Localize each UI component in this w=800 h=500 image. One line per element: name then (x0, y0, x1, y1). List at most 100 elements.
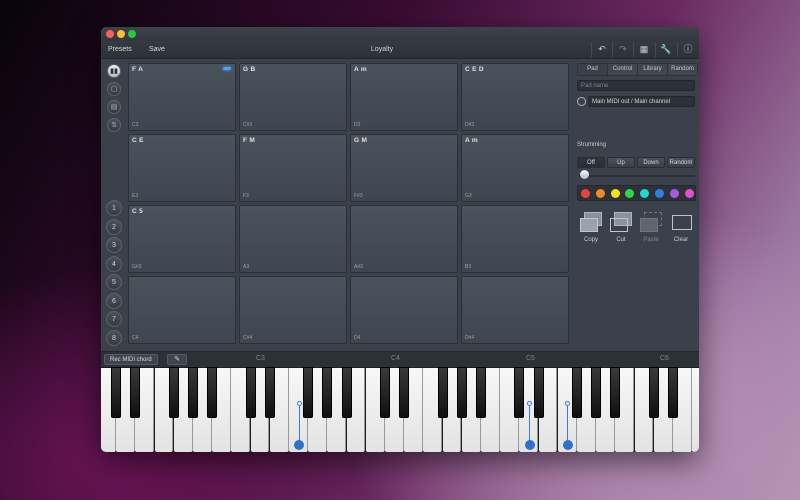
clear-button[interactable]: Clear (667, 210, 695, 243)
color-swatch[interactable] (655, 189, 664, 198)
color-swatch[interactable] (625, 189, 635, 198)
chord-pad[interactable]: C#4 (239, 276, 347, 344)
pad-active-indicator (223, 67, 231, 70)
bank-button[interactable]: 5 (106, 274, 122, 290)
strum-slider-knob[interactable] (580, 170, 589, 179)
wrench-icon[interactable]: 🔧 (655, 42, 676, 57)
note-marker-handle[interactable] (527, 401, 532, 406)
midi-output-select[interactable]: Main MIDI out / Main channel (588, 96, 695, 107)
piano-black-key[interactable] (456, 367, 467, 418)
bank-button[interactable]: 4 (106, 255, 122, 272)
chord-pad[interactable]: D#4 (461, 276, 569, 344)
piano-black-key[interactable] (380, 367, 390, 418)
color-swatch[interactable] (610, 189, 620, 198)
bank-button[interactable]: 7 (106, 311, 122, 327)
pad-name-input[interactable]: Pad name (577, 80, 695, 91)
chord-pad[interactable]: G M F#3 (350, 134, 458, 202)
info-icon[interactable]: ⓘ (677, 42, 698, 57)
cut-button[interactable]: Cut (607, 210, 635, 243)
chord-pad[interactable]: D4 (350, 276, 458, 344)
close-button[interactable] (106, 30, 114, 38)
piano-black-key[interactable] (322, 367, 333, 418)
piano-black-key[interactable] (111, 367, 122, 418)
midi-output-icon[interactable] (577, 97, 586, 106)
piano-black-key[interactable] (207, 367, 218, 418)
zoom-button[interactable] (128, 30, 136, 38)
copy-icon (579, 210, 603, 234)
chord-pad[interactable]: B3 (461, 205, 569, 273)
tab-library[interactable]: Library (638, 64, 668, 75)
piano-black-key[interactable] (476, 367, 486, 418)
strum-random-button[interactable]: Random (667, 157, 695, 168)
piano-black-key[interactable] (572, 367, 582, 418)
pad-icon[interactable]: ▢ (107, 82, 121, 96)
chord-pad[interactable]: C E E3 (128, 134, 236, 202)
piano-black-key[interactable] (591, 367, 602, 418)
chord-pad[interactable]: G B C#3 (239, 63, 347, 131)
paste-button[interactable]: Paste (637, 210, 665, 243)
bank-button[interactable]: 2 (106, 218, 122, 235)
chord-pad[interactable]: A#3 (350, 205, 458, 273)
chord-pad[interactable]: F M F3 (239, 134, 347, 202)
piano-icon[interactable]: ▮▮ (107, 64, 121, 78)
pencil-icon[interactable]: ✎ (167, 354, 187, 365)
piano-black-key[interactable] (303, 367, 314, 418)
undo-icon[interactable]: ↶ (591, 42, 612, 57)
strum-off-button[interactable]: Off (577, 157, 605, 168)
chord-pad[interactable]: A m G3 (461, 134, 569, 202)
piano-black-key[interactable] (610, 367, 621, 418)
sort-icon[interactable]: ⇅ (107, 118, 121, 132)
pad-note-label: D3 (354, 122, 361, 128)
piano-black-key[interactable] (168, 367, 179, 418)
bank-button[interactable]: 8 (106, 329, 122, 346)
note-marker-line (567, 404, 569, 442)
color-swatch[interactable] (595, 189, 605, 198)
chord-pad[interactable]: C 5 G#3 (128, 205, 236, 273)
minimize-button[interactable] (117, 30, 125, 38)
strum-up-button[interactable]: Up (607, 157, 635, 168)
piano-black-key[interactable] (264, 367, 275, 418)
tab-control[interactable]: Control (608, 64, 638, 75)
note-marker-dot[interactable] (524, 440, 535, 450)
presets-button[interactable]: Presets (108, 41, 132, 58)
copy-button[interactable]: Copy (577, 210, 605, 243)
piano-black-key[interactable] (399, 367, 410, 418)
chord-pad[interactable]: A3 (239, 205, 347, 273)
chord-pad[interactable]: A m D3 (350, 63, 458, 131)
grid-icon[interactable]: ▦ (633, 42, 654, 57)
note-marker-dot[interactable] (562, 440, 573, 450)
tab-random[interactable]: Random (668, 64, 697, 75)
sheet-icon[interactable]: ▤ (107, 100, 121, 114)
piano-black-key[interactable] (341, 367, 352, 418)
pad-note-label: F#3 (354, 193, 363, 199)
redo-icon[interactable]: ↷ (612, 42, 633, 57)
piano-black-key[interactable] (533, 367, 544, 418)
pad-note-label: B3 (465, 264, 472, 270)
chord-pad[interactable]: C4 (128, 276, 236, 344)
piano-black-key[interactable] (668, 367, 678, 418)
piano-black-key[interactable] (188, 367, 198, 418)
bank-button[interactable]: 6 (106, 292, 122, 309)
piano-black-key[interactable] (245, 367, 256, 418)
chord-pad[interactable]: F A C3 (128, 63, 236, 131)
piano-white-key[interactable] (692, 368, 699, 452)
color-swatch[interactable] (669, 189, 679, 198)
tab-pad[interactable]: Pad (578, 64, 608, 75)
piano-black-key[interactable] (648, 367, 659, 418)
bank-button[interactable]: 1 (106, 200, 122, 216)
note-marker-handle[interactable] (296, 401, 302, 406)
piano-black-key[interactable] (514, 367, 525, 418)
color-swatch[interactable] (581, 189, 590, 198)
color-swatch[interactable] (640, 189, 650, 198)
chord-pad[interactable]: C E D D#3 (461, 63, 569, 131)
panel-tabs: Pad Control Library Random (577, 63, 698, 76)
rec-midi-chord-button[interactable]: Rec MIDI chord (104, 354, 158, 365)
octave-label: C4 (391, 355, 400, 362)
color-swatch[interactable] (684, 189, 694, 198)
save-button[interactable]: Save (149, 41, 165, 58)
strum-slider-track[interactable] (579, 175, 695, 177)
piano-black-key[interactable] (437, 367, 448, 418)
piano-black-key[interactable] (130, 367, 141, 418)
bank-button[interactable]: 3 (106, 237, 122, 253)
strum-down-button[interactable]: Down (637, 157, 665, 168)
